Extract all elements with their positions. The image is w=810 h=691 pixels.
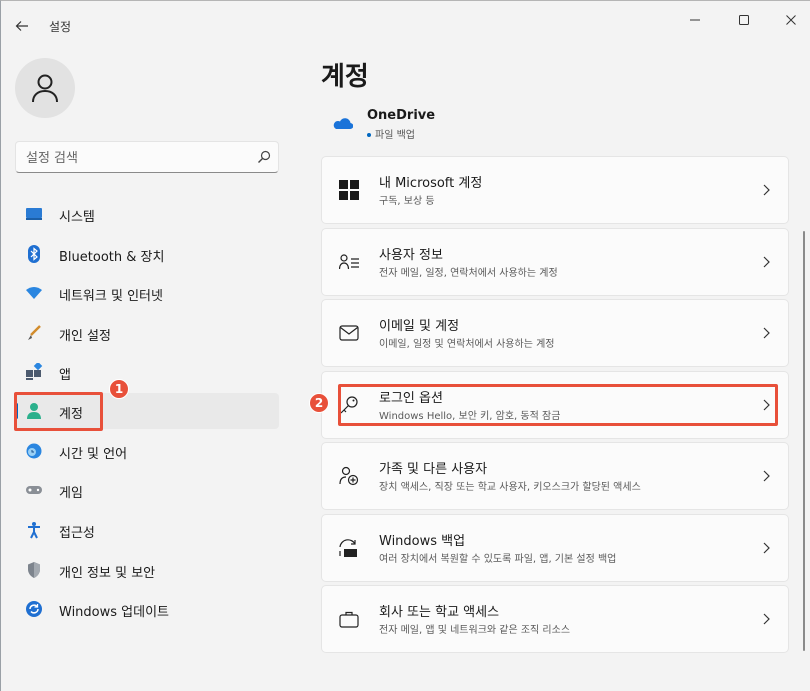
sidebar-item-label: 접근성 [59,526,95,541]
family-icon [338,465,360,487]
sync-icon [25,600,43,618]
mail-icon [338,322,360,344]
sidebar-item-4[interactable]: 앱 [15,354,279,390]
highlight-box-accounts [14,392,103,431]
card-subtitle: 구독, 보상 등 [379,196,435,207]
shield-icon [25,561,43,579]
sidebar-item-label: 개인 설정 [59,329,111,344]
search-input[interactable] [26,148,246,168]
apps-icon [25,363,43,381]
minimize-icon [690,19,700,21]
onedrive-status-text: 파일 백업 [375,130,415,141]
sidebar-item-10[interactable]: Windows 업데이트 [15,591,279,627]
page-title: 계정 [321,62,369,92]
sidebar-item-label: 게임 [59,486,83,501]
chevron-right-icon [763,184,770,196]
app-title: 설정 [49,20,72,34]
step-badge-1: 1 [109,379,129,399]
chevron-right-icon [763,256,770,268]
card-title: Windows 백업 [379,534,466,549]
sidebar-item-label: Windows 업데이트 [59,605,170,620]
brush-icon [25,324,43,342]
minimize-button[interactable] [681,10,709,30]
onedrive-status: 파일 백업 [367,126,415,141]
sidebar-item-8[interactable]: 접근성 [15,512,279,548]
card-title: 내 Microsoft 계정 [379,176,483,191]
step-badge-2: 2 [309,393,329,413]
card-subtitle: 이메일, 일정 및 연락처에서 사용하는 계정 [379,339,555,350]
highlight-box-sign-in-options [338,384,778,426]
arrow-left-icon [15,21,28,31]
search-box[interactable] [15,141,279,173]
card-subtitle: 장치 액세스, 직장 또는 학교 사용자, 키오스크가 할당된 액세스 [379,482,641,493]
card-title: 가족 및 다른 사용자 [379,462,488,477]
bluetooth-icon [25,245,43,263]
sidebar-item-label: 개인 정보 및 보안 [59,566,156,581]
sidebar-item-2[interactable]: 네트워크 및 인터넷 [15,275,279,311]
onedrive-icon [333,118,353,130]
card-subtitle: 전자 메일, 앱 및 네트워크와 같은 조직 리소스 [379,625,571,636]
scrollbar[interactable] [803,231,805,651]
sidebar-item-label: 앱 [59,368,71,383]
card-title: 회사 또는 학교 액세스 [379,605,500,620]
settings-card-4[interactable]: 가족 및 다른 사용자장치 액세스, 직장 또는 학교 사용자, 키오스크가 할… [321,442,789,510]
sidebar-item-label: 시간 및 언어 [59,447,128,462]
settings-card-1[interactable]: 사용자 정보전자 메일, 일정, 연락처에서 사용하는 계정 [321,228,789,296]
sidebar-item-0[interactable]: 시스템 [15,196,279,232]
sidebar-item-label: 시스템 [59,210,95,225]
chevron-right-icon [763,470,770,482]
sidebar-item-label: 네트워크 및 인터넷 [59,289,163,304]
user-info-icon [338,251,360,273]
backup-icon [338,537,360,559]
card-subtitle: 전자 메일, 일정, 연락처에서 사용하는 계정 [379,268,558,279]
person-icon [32,74,58,103]
monitor-icon [25,205,43,223]
avatar[interactable] [15,58,75,118]
maximize-button[interactable] [730,10,758,30]
accessibility-icon [25,521,43,539]
settings-card-2[interactable]: 이메일 및 계정이메일, 일정 및 연락처에서 사용하는 계정 [321,299,789,367]
card-subtitle: 여러 장치에서 복원할 수 있도록 파일, 앱, 기본 설정 백업 [379,554,617,565]
card-title: 사용자 정보 [379,248,443,263]
status-dot-icon [367,133,371,137]
search-icon[interactable] [256,149,272,165]
wifi-icon [25,284,43,302]
title-bar: 설정 [1,1,810,47]
chevron-right-icon [763,542,770,554]
globe-clock-icon [25,442,43,460]
chevron-right-icon [763,327,770,339]
gamepad-icon [25,481,43,499]
sidebar-item-9[interactable]: 개인 정보 및 보안 [15,552,279,588]
sidebar-item-6[interactable]: 시간 및 언어 [15,433,279,469]
sidebar-item-1[interactable]: Bluetooth & 장치 [15,236,279,272]
settings-card-6[interactable]: 회사 또는 학교 액세스전자 메일, 앱 및 네트워크와 같은 조직 리소스 [321,585,789,653]
chevron-right-icon [763,613,770,625]
sidebar-item-3[interactable]: 개인 설정 [15,315,279,351]
sidebar-item-label: Bluetooth & 장치 [59,250,165,265]
settings-card-5[interactable]: Windows 백업여러 장치에서 복원할 수 있도록 파일, 앱, 기본 설정… [321,514,789,582]
settings-window: 설정 시스템 Bluetooth & 장치네트워크 및 인터넷개인 설정앱 계정시간… [0,0,810,691]
close-button[interactable] [777,10,805,30]
settings-card-0[interactable]: 내 Microsoft 계정구독, 보상 등 [321,156,789,224]
microsoft-logo-icon [338,179,360,201]
sidebar-item-7[interactable]: 게임 [15,472,279,508]
onedrive-title[interactable]: OneDrive [367,108,435,123]
maximize-icon [739,15,749,25]
card-title: 이메일 및 계정 [379,319,460,334]
back-button[interactable] [11,15,33,37]
briefcase-icon [338,608,360,630]
close-icon [786,15,796,25]
